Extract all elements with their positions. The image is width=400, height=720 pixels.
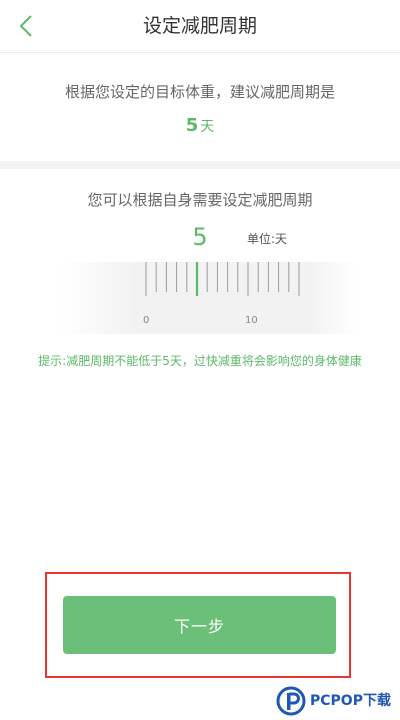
back-button[interactable] [14, 12, 38, 40]
hint-text: 提示:减肥周期不能低于5天，过快减重将会影响您的身体健康 [38, 354, 362, 368]
suggested-period: 5天 [0, 115, 400, 136]
suggested-unit: 天 [200, 119, 215, 135]
ruler-tick-label: 0 [143, 315, 149, 326]
selected-days: 5 [192, 223, 208, 251]
section-divider [0, 161, 400, 169]
next-step-button[interactable]: 下一步 [63, 596, 336, 654]
suggested-days: 5 [185, 115, 199, 136]
ruler-tick-label: 10 [245, 315, 258, 326]
chevron-left-icon [19, 15, 32, 37]
nav-bar: 设定减肥周期 [0, 0, 400, 53]
picker-prompt: 您可以根据自身需要设定减肥周期 [87, 191, 313, 209]
days-ruler-slider[interactable]: 0 10 [58, 262, 358, 334]
suggestion-card: 根据您设定的目标体重，建议减肥周期是 5天 [0, 53, 400, 161]
ruler-fade-left [58, 262, 138, 334]
watermark: PCPOP下载 [276, 684, 400, 720]
suggestion-text: 根据您设定的目标体重，建议减肥周期是 [64, 83, 335, 101]
watermark-text: PCPOP下载 [310, 693, 391, 709]
page-title: 设定减肥周期 [142, 15, 257, 37]
ruler-fade-right [308, 262, 358, 334]
unit-label: 单位:天 [247, 232, 288, 246]
period-picker-card: 您可以根据自身需要设定减肥周期 5 单位:天 0 10 提示:减肥周期不能低于5… [0, 169, 400, 569]
pcpop-logo-icon [276, 686, 306, 716]
